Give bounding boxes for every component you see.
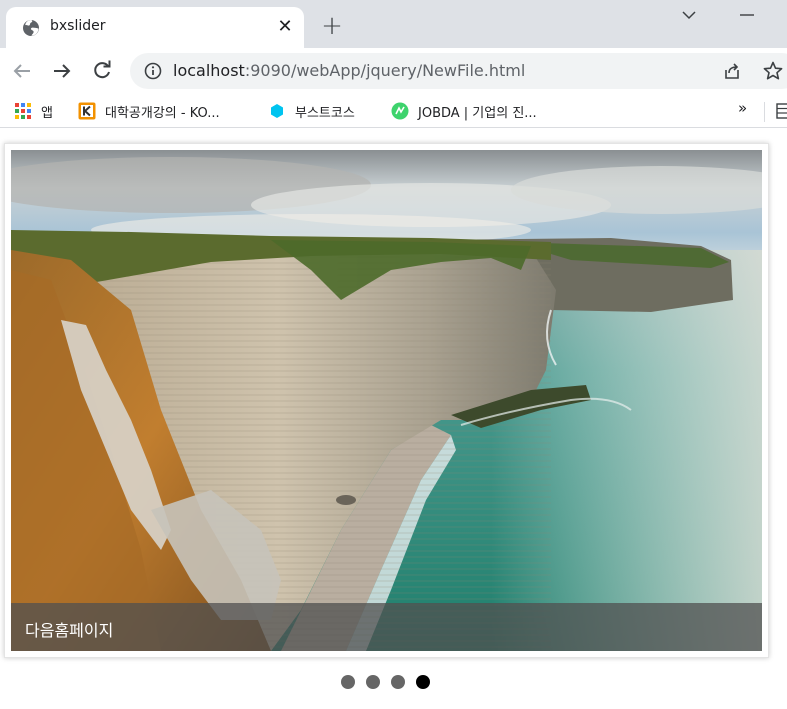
bookmark-label: JOBDA | 기업의 진...	[418, 105, 537, 121]
browser-toolbar: localhost:9090/webApp/jquery/NewFile.htm…	[0, 48, 787, 94]
arrow-left-icon[interactable]	[9, 58, 35, 84]
chevron-down-icon[interactable]	[678, 6, 700, 24]
star-icon[interactable]	[762, 60, 784, 82]
pager-dot-4-active[interactable]	[416, 675, 430, 689]
arrow-right-icon[interactable]	[49, 58, 75, 84]
bx-slider-wrapper: 다음홈페이지	[4, 143, 769, 658]
pager-dot-2[interactable]	[366, 675, 380, 689]
bookmark-kocw[interactable]: 대학공개강의 - KO...	[78, 100, 220, 122]
tab-strip: bxslider ✕ +	[0, 0, 787, 48]
bookmark-boostcourse[interactable]: 부스트코스	[268, 100, 355, 122]
tab-bxslider[interactable]: bxslider ✕	[6, 7, 304, 48]
bookmark-label: 앱	[41, 105, 53, 121]
minimize-icon[interactable]	[736, 6, 758, 24]
bookmark-label: 대학공개강의 - KO...	[105, 105, 220, 121]
info-icon[interactable]	[144, 62, 162, 80]
url-text[interactable]: localhost:9090/webApp/jquery/NewFile.htm…	[173, 61, 525, 80]
caption-text: 다음홈페이지	[25, 621, 114, 640]
bookmark-label: 부스트코스	[295, 105, 355, 121]
boostcourse-icon	[271, 104, 283, 118]
address-bar[interactable]: localhost:9090/webApp/jquery/NewFile.htm…	[130, 53, 787, 89]
reading-list-icon[interactable]	[776, 103, 787, 119]
coastal-cliffs-photo	[11, 150, 762, 651]
globe-icon	[23, 20, 39, 36]
bookmark-jobda[interactable]: JOBDA | 기업의 진...	[391, 100, 537, 122]
reload-icon[interactable]	[89, 58, 115, 84]
new-tab-button[interactable]: +	[318, 13, 346, 41]
slide-image-link[interactable]: 다음홈페이지	[11, 150, 762, 651]
tab-title: bxslider	[50, 18, 106, 34]
slide-caption: 다음홈페이지	[11, 603, 762, 651]
bookmark-apps[interactable]: 앱	[14, 100, 53, 122]
apps-grid-icon	[15, 103, 31, 119]
url-path: :9090/webApp/jquery/NewFile.html	[244, 61, 526, 80]
share-icon[interactable]	[722, 61, 742, 81]
url-host: localhost	[173, 61, 245, 80]
slider-pager	[341, 675, 430, 689]
bookmarks-bar: 앱 대학공개강의 - KO... 부스트코스 JOBDA | 기업의 진... …	[0, 94, 787, 128]
close-tab-icon[interactable]: ✕	[274, 16, 296, 38]
pager-dot-3[interactable]	[391, 675, 405, 689]
bookmarks-divider	[764, 102, 765, 122]
jobda-icon	[391, 102, 409, 120]
pager-dot-1[interactable]	[341, 675, 355, 689]
page-viewport: 다음홈페이지	[0, 129, 787, 709]
bookmarks-more-button[interactable]: »	[738, 99, 747, 117]
kocw-icon	[78, 102, 96, 120]
